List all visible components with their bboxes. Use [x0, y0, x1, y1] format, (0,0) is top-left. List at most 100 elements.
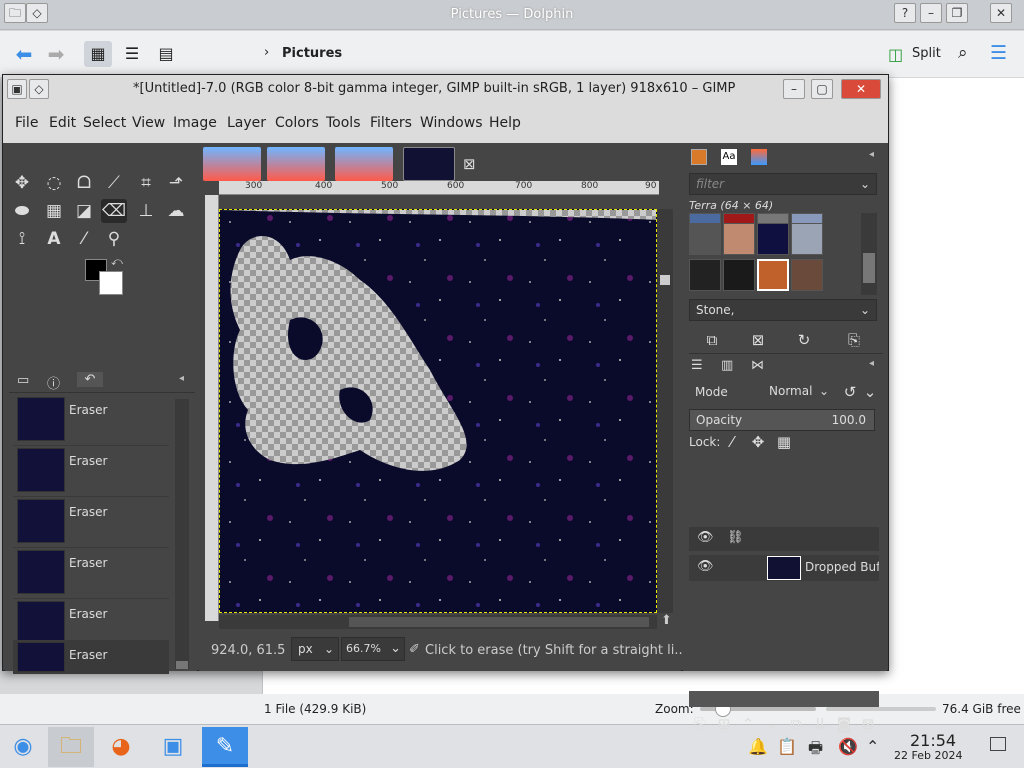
compact-view-icon[interactable]: ☰: [118, 41, 146, 67]
pattern-swatch[interactable]: [723, 259, 755, 291]
layer-row[interactable]: 👁 Dropped Buffe: [689, 555, 879, 581]
image-tab[interactable]: [267, 147, 325, 181]
free-select-icon[interactable]: ᗝ: [71, 171, 97, 195]
menu-colors[interactable]: Colors: [275, 115, 319, 131]
pattern-swatch[interactable]: [689, 259, 721, 291]
split-button[interactable]: Split: [912, 46, 941, 61]
opacity-slider[interactable]: Opacity 100.0: [689, 409, 875, 431]
breadcrumb[interactable]: Pictures: [282, 46, 342, 61]
swap-colors-icon[interactable]: ⤺: [111, 255, 123, 269]
pattern-swatch-selected[interactable]: [757, 259, 789, 291]
image-canvas[interactable]: [219, 209, 657, 613]
chevron-up-icon[interactable]: ⌃: [866, 737, 879, 756]
eye-icon[interactable]: 👁: [697, 530, 714, 545]
eraser-tool-icon[interactable]: ⌫: [101, 199, 127, 223]
pattern-filter-input[interactable]: filter ⌄: [689, 173, 877, 195]
raise-layer-icon[interactable]: ⌃: [737, 713, 759, 735]
close-button[interactable]: ✕: [841, 79, 881, 99]
merge-layer-icon[interactable]: ⇊: [809, 713, 831, 735]
paths-tab-icon[interactable]: ⋈: [751, 358, 764, 373]
mode-select[interactable]: Normal ⌄: [763, 381, 831, 403]
edit-pattern-icon[interactable]: ⧉: [701, 329, 723, 351]
clipboard-icon[interactable]: 📋: [777, 737, 797, 756]
back-icon[interactable]: ⬅: [10, 41, 38, 67]
patterns-tab-icon[interactable]: [691, 149, 707, 165]
scrollbar[interactable]: [175, 399, 189, 669]
bucket-fill-icon[interactable]: ◪: [71, 199, 97, 223]
chevron-down-icon[interactable]: ⌄: [859, 381, 881, 403]
gradients-tab-icon[interactable]: [751, 149, 767, 165]
close-button[interactable]: ✕: [990, 3, 1012, 23]
new-layer-icon[interactable]: ⎘: [689, 713, 711, 735]
zoom-select[interactable]: 66.7% ⌄: [341, 637, 405, 661]
tool-options-tab-icon[interactable]: ▭: [17, 373, 29, 388]
pattern-tag-input[interactable]: Stone, ⌄: [689, 299, 877, 321]
layer-name[interactable]: Dropped Buffe: [805, 560, 879, 574]
pattern-swatch[interactable]: [791, 223, 823, 255]
maximize-button[interactable]: ❐: [946, 3, 968, 23]
gimp-app-icon[interactable]: ▣: [7, 79, 27, 99]
hamburger-menu-icon[interactable]: ☰: [990, 42, 1007, 64]
menu-select[interactable]: Select: [83, 115, 126, 131]
menu-tools[interactable]: Tools: [326, 115, 361, 131]
show-desktop-icon[interactable]: [990, 737, 1006, 751]
unit-select[interactable]: px ⌄: [291, 637, 339, 661]
help-icon[interactable]: ?: [894, 3, 916, 23]
color-picker-icon[interactable]: ⁄: [71, 227, 97, 251]
window-menu-icon[interactable]: ◇: [29, 79, 49, 99]
notifications-icon[interactable]: 🔔: [748, 737, 768, 756]
background-color[interactable]: [99, 271, 123, 295]
menu-file[interactable]: File: [15, 115, 38, 131]
menu-windows[interactable]: Windows: [420, 115, 483, 131]
pattern-swatch[interactable]: [689, 223, 721, 255]
dock-menu-icon[interactable]: ◂: [179, 373, 184, 384]
scrollbar-thumb[interactable]: [349, 617, 649, 627]
dolphin-taskbar-icon[interactable]: 🗀: [48, 727, 94, 767]
pattern-swatch[interactable]: [791, 259, 823, 291]
visibility-eye-icon[interactable]: 👁: [697, 559, 714, 574]
refresh-icon[interactable]: ↻: [793, 329, 815, 351]
clone-tool-icon[interactable]: ⊥: [133, 199, 159, 223]
icons-view-icon[interactable]: ▦: [84, 41, 112, 67]
volume-muted-icon[interactable]: 🔇: [838, 737, 858, 756]
navigate-icon[interactable]: ⬆: [661, 613, 672, 628]
pattern-swatch[interactable]: [757, 223, 789, 255]
image-tab[interactable]: [335, 147, 393, 181]
undo-history-tab-icon[interactable]: ↶: [77, 372, 103, 387]
image-tab-active[interactable]: [403, 147, 455, 181]
delete-pattern-icon[interactable]: ⊠: [747, 329, 769, 351]
menu-filters[interactable]: Filters: [370, 115, 412, 131]
close-tab-icon[interactable]: ⊠: [463, 155, 476, 173]
lock-position-icon[interactable]: ✥: [747, 431, 769, 453]
horizontal-scrollbar[interactable]: [219, 615, 657, 629]
search-icon[interactable]: ⌕: [958, 43, 968, 63]
cage-transform-icon[interactable]: ▦: [41, 199, 67, 223]
start-menu-icon[interactable]: ◉: [0, 727, 46, 767]
menu-image[interactable]: Image: [173, 115, 217, 131]
list-item[interactable]: Eraser: [13, 548, 169, 599]
pattern-grid[interactable]: [689, 213, 861, 295]
fonts-tab-icon[interactable]: Aa: [721, 149, 737, 165]
forward-icon[interactable]: ➡: [42, 41, 70, 67]
ellipse-select-icon[interactable]: ◌: [41, 171, 67, 195]
vertical-scrollbar[interactable]: [657, 209, 673, 613]
channels-tab-icon[interactable]: ▥: [721, 358, 733, 373]
list-item[interactable]: Eraser: [13, 640, 169, 674]
list-item[interactable]: Eraser: [13, 446, 169, 497]
image-tab[interactable]: [203, 147, 261, 181]
pattern-swatch[interactable]: [723, 223, 755, 255]
menu-view[interactable]: View: [132, 115, 165, 131]
mode-reset-icon[interactable]: ↺: [839, 381, 861, 403]
new-layer-group-icon[interactable]: ⊞: [713, 713, 735, 735]
zoom-tool-icon[interactable]: ⚲: [101, 227, 127, 251]
printer-icon[interactable]: 🖶: [808, 737, 823, 764]
unified-transform-icon[interactable]: ⬏: [163, 171, 189, 195]
menu-layer[interactable]: Layer: [227, 115, 266, 131]
lock-pixels-icon[interactable]: ⁄: [721, 431, 743, 453]
lower-layer-icon[interactable]: ⌄: [761, 713, 783, 735]
maximize-button[interactable]: ▢: [811, 79, 833, 99]
menu-edit[interactable]: Edit: [49, 115, 76, 131]
firefox-icon[interactable]: ◕: [98, 727, 144, 767]
device-status-tab-icon[interactable]: ⓘ: [47, 373, 60, 392]
warp-transform-icon[interactable]: ⬬: [9, 199, 35, 223]
